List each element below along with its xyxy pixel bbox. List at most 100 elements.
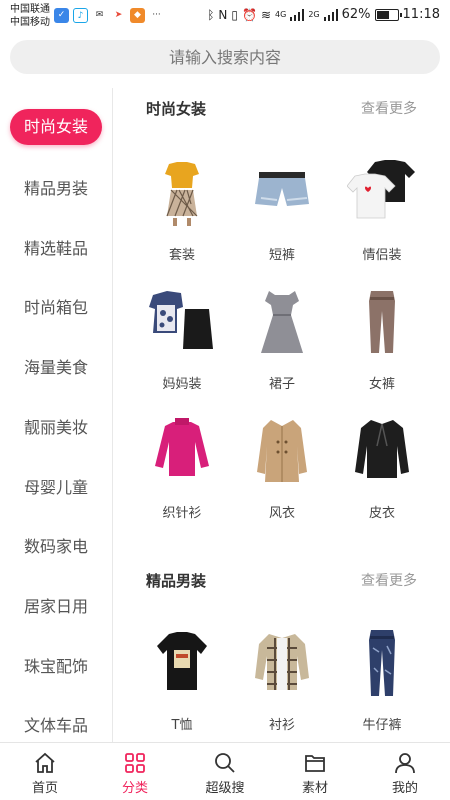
sidebar-item-label: 海量美食 bbox=[23, 358, 88, 377]
product-cell-jeans[interactable]: 牛仔裤 bbox=[332, 628, 432, 742]
product-cell-trench[interactable]: 风衣 bbox=[232, 416, 332, 536]
sidebar-item-label: 文体车品 bbox=[23, 716, 88, 735]
carrier-label-2: 中国移动 bbox=[10, 17, 50, 28]
sidebar-item-label: 时尚女装 bbox=[10, 109, 103, 145]
product-label: 短裤 bbox=[268, 248, 295, 263]
sidebar-item-label: 居家日用 bbox=[23, 597, 88, 616]
view-more-link[interactable]: 查看更多 bbox=[361, 98, 417, 118]
product-cell-knit[interactable]: 织针衫 bbox=[132, 416, 232, 536]
more-notifications-icon: ··· bbox=[149, 8, 164, 23]
folder-icon bbox=[305, 755, 325, 772]
qq-icon: ♪ bbox=[73, 8, 88, 23]
carrier-info: 中国联通 中国移动 bbox=[10, 3, 50, 29]
product-cell-pants[interactable]: 女裤 bbox=[332, 287, 432, 407]
view-more-link[interactable]: 查看更多 bbox=[361, 570, 417, 590]
user-icon bbox=[395, 753, 415, 774]
product-label: 套装 bbox=[168, 248, 195, 263]
product-label: 女裤 bbox=[368, 377, 395, 392]
product-cell-shirt[interactable]: 衬衫 bbox=[232, 628, 332, 742]
battery-percent: 62% bbox=[341, 7, 371, 22]
product-cell-shorts[interactable]: 短裤 bbox=[232, 158, 332, 278]
sidebar-item-label: 珠宝配饰 bbox=[23, 657, 88, 676]
sidebar-item-food[interactable]: 海量美食 bbox=[0, 346, 112, 386]
tshirt-icon bbox=[157, 632, 207, 690]
trousers-icon bbox=[369, 291, 395, 353]
product-label: 牛仔裤 bbox=[362, 718, 402, 733]
sidebar-item-sports[interactable]: 文体车品 bbox=[0, 704, 112, 742]
product-label: 织针衫 bbox=[162, 506, 202, 521]
section-header-men: 精品男装 查看更多 bbox=[114, 560, 450, 600]
nav-label: 超级搜 bbox=[205, 781, 245, 796]
leather-jacket-icon bbox=[355, 420, 409, 478]
product-label: 皮衣 bbox=[368, 506, 395, 521]
nav-item-home[interactable]: 首页 bbox=[0, 743, 90, 800]
suit-outfit-icon bbox=[165, 162, 199, 226]
product-label: 妈妈装 bbox=[162, 377, 202, 392]
battery-icon bbox=[374, 8, 402, 21]
nav-label: 首页 bbox=[31, 781, 58, 796]
product-label: 裙子 bbox=[268, 377, 295, 392]
trench-coat-icon bbox=[257, 420, 307, 482]
search-bar bbox=[10, 40, 440, 74]
sidebar-item-digital[interactable]: 数码家电 bbox=[0, 525, 112, 565]
category-content: 时尚女装 查看更多 套装 短裤 情侣装 妈妈装 裙子 女裤 织针衫 风衣 皮衣 … bbox=[114, 88, 450, 742]
denim-shorts-icon bbox=[255, 172, 309, 206]
search-icon bbox=[215, 753, 235, 773]
product-cell-mom[interactable]: 妈妈装 bbox=[132, 287, 232, 407]
nav-item-material[interactable]: 素材 bbox=[270, 743, 360, 800]
product-cell-leather[interactable]: 皮衣 bbox=[332, 416, 432, 536]
nfc-icon: N bbox=[218, 7, 228, 22]
search-input[interactable] bbox=[10, 40, 440, 74]
product-cell-tshirt[interactable]: T恤 bbox=[132, 628, 232, 742]
sidebar-item-label: 数码家电 bbox=[23, 537, 88, 556]
nav-item-profile[interactable]: 我的 bbox=[360, 743, 450, 800]
wifi-icon: ≋ bbox=[260, 7, 272, 22]
sidebar-item-home[interactable]: 居家日用 bbox=[0, 585, 112, 625]
status-bar: 中国联通 中国移动 ✓ ♪ ✉ ➤ ◆ ··· ᛒ N ▯ ⏰ ≋ 4G 2G … bbox=[0, 0, 450, 34]
sidebar-item-jewelry[interactable]: 珠宝配饰 bbox=[0, 645, 112, 685]
system-status: ᛒ N ▯ ⏰ ≋ 4G 2G 62% 11:18 bbox=[207, 7, 440, 22]
sidebar-item-label: 时尚箱包 bbox=[23, 298, 88, 317]
nav-item-search[interactable]: 超级搜 bbox=[180, 743, 270, 800]
knit-sweater-icon bbox=[155, 418, 209, 476]
home-icon bbox=[35, 752, 55, 773]
category-sidebar: 时尚女装 精品男装 精选鞋品 时尚箱包 海量美食 靓丽美妆 母婴儿童 数码家电 … bbox=[0, 88, 113, 742]
sidebar-item-beauty[interactable]: 靓丽美妆 bbox=[0, 406, 112, 446]
product-cell-couple[interactable]: 情侣装 bbox=[332, 158, 432, 278]
grid-icon bbox=[125, 753, 145, 773]
sidebar-item-label: 靓丽美妆 bbox=[23, 418, 88, 437]
section-header-women: 时尚女装 查看更多 bbox=[114, 88, 450, 128]
sidebar-item-men[interactable]: 精品男装 bbox=[0, 167, 112, 207]
sidebar-item-women[interactable]: 时尚女装 bbox=[0, 107, 112, 147]
product-cell-suit[interactable]: 套装 bbox=[132, 158, 232, 278]
shirt-icon bbox=[255, 634, 309, 690]
section-title: 时尚女装 bbox=[146, 100, 207, 118]
network-label-1: 4G bbox=[275, 10, 287, 19]
nav-label: 分类 bbox=[121, 781, 148, 796]
mom-outfit-icon bbox=[149, 291, 213, 349]
vibrate-icon: ▯ bbox=[231, 7, 239, 22]
shield-app-icon: ✓ bbox=[54, 8, 69, 23]
sidebar-item-label: 精选鞋品 bbox=[23, 239, 88, 258]
nav-label: 素材 bbox=[301, 781, 328, 796]
notification-icons: ✓ ♪ ✉ ➤ ◆ ··· bbox=[54, 8, 164, 23]
app-orange-icon: ◆ bbox=[130, 8, 145, 23]
alarm-icon: ⏰ bbox=[242, 7, 257, 22]
product-label: 衬衫 bbox=[268, 718, 295, 733]
signal-icon-1 bbox=[290, 8, 305, 21]
section-title: 精品男装 bbox=[146, 572, 207, 590]
app-arrow-icon: ➤ bbox=[111, 8, 126, 23]
dress-icon bbox=[261, 291, 303, 353]
sidebar-item-bags[interactable]: 时尚箱包 bbox=[0, 286, 112, 326]
sidebar-item-label: 母婴儿童 bbox=[23, 478, 88, 497]
jeans-icon bbox=[369, 630, 395, 696]
clock: 11:18 bbox=[402, 7, 440, 22]
couple-tshirts-icon bbox=[346, 160, 415, 219]
sidebar-item-baby[interactable]: 母婴儿童 bbox=[0, 466, 112, 506]
product-cell-dress[interactable]: 裙子 bbox=[232, 287, 332, 407]
sidebar-item-label: 精品男装 bbox=[23, 179, 88, 198]
battery-fill bbox=[376, 10, 389, 19]
nav-item-category[interactable]: 分类 bbox=[90, 743, 180, 800]
product-label: T恤 bbox=[171, 718, 193, 733]
sidebar-item-shoes[interactable]: 精选鞋品 bbox=[0, 227, 112, 267]
